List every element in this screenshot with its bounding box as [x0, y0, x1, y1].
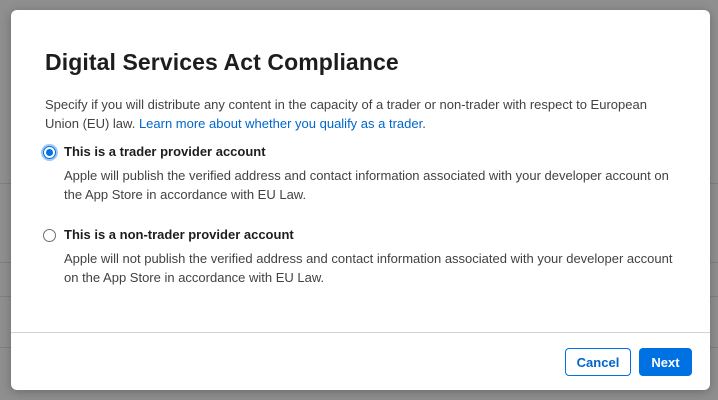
trader-radio[interactable] — [43, 146, 56, 159]
non-trader-option-description: Apple will not publish the verified addr… — [64, 251, 673, 285]
intro-suffix: . — [422, 116, 426, 131]
learn-more-link[interactable]: Learn more about whether you qualify as … — [139, 116, 422, 131]
dialog-intro: Specify if you will distribute any conte… — [45, 95, 665, 133]
dialog-title: Digital Services Act Compliance — [45, 49, 399, 75]
footer-divider — [11, 332, 710, 333]
trader-option-description: Apple will publish the verified address … — [64, 168, 669, 202]
non-trader-radio[interactable] — [43, 229, 56, 242]
next-button[interactable]: Next — [639, 348, 692, 376]
trader-option-label[interactable]: This is a trader provider account — [64, 144, 266, 159]
dsa-compliance-dialog: Digital Services Act Compliance Specify … — [11, 10, 710, 390]
non-trader-option-label[interactable]: This is a non-trader provider account — [64, 227, 294, 242]
cancel-button[interactable]: Cancel — [565, 348, 631, 376]
